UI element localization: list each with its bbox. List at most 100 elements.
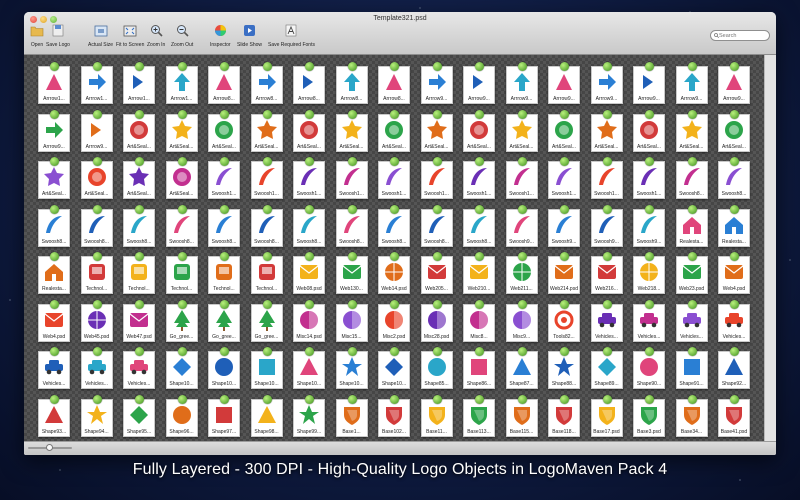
logo-tile[interactable]: Misc8...: [463, 299, 495, 342]
logo-tile[interactable]: Base17.psd: [590, 394, 623, 437]
logo-tile[interactable]: Go_gree...: [208, 299, 240, 342]
logo-tile[interactable]: Art&Seal...: [633, 109, 665, 152]
logo-tile[interactable]: Swoosh8...: [463, 204, 495, 247]
logo-tile[interactable]: Shape10...: [293, 347, 325, 389]
logo-tile[interactable]: Technol...: [250, 252, 283, 294]
logo-tile[interactable]: Shape87...: [505, 347, 538, 389]
logo-tile[interactable]: Shape88...: [548, 347, 580, 389]
logo-tile[interactable]: Art&Seal...: [38, 157, 70, 199]
logo-tile[interactable]: Shape97...: [208, 394, 240, 437]
logo-tile[interactable]: Swoosh8...: [718, 157, 750, 199]
logo-tile[interactable]: Web216...: [590, 252, 623, 294]
logo-tile[interactable]: Vehicles...: [38, 347, 70, 389]
slider-knob[interactable]: [46, 444, 53, 451]
logo-tile[interactable]: Web4.psd: [718, 252, 750, 294]
logo-tile[interactable]: Base11...: [420, 394, 453, 437]
actual-size-button[interactable]: Actual Size: [88, 24, 113, 48]
logo-tile[interactable]: Go_gree...: [165, 299, 198, 342]
logo-tile[interactable]: Swoosh1...: [208, 157, 240, 199]
logo-tile[interactable]: Swoosh8...: [420, 204, 453, 247]
logo-tile[interactable]: Swoosh1...: [293, 157, 325, 199]
fit-to-screen-button[interactable]: Fit to Screen: [116, 24, 144, 48]
logo-tile[interactable]: Arrrow9...: [675, 62, 708, 104]
logo-tile[interactable]: Shape94...: [80, 394, 113, 437]
logo-tile[interactable]: Shape91...: [675, 347, 708, 389]
logo-tile[interactable]: Art&Seal...: [208, 109, 240, 152]
logo-tile[interactable]: Swoosh8...: [208, 204, 240, 247]
open-button[interactable]: Open: [30, 24, 44, 48]
logo-tile[interactable]: Technol...: [80, 252, 113, 294]
logo-tile[interactable]: Vehicles...: [590, 299, 623, 342]
logo-tile[interactable]: Swoosh8...: [38, 204, 70, 247]
logo-tile[interactable]: Vehicles...: [718, 299, 750, 342]
logo-tile[interactable]: Swoosh8...: [123, 204, 155, 247]
vertical-scrollbar[interactable]: [764, 55, 776, 441]
logo-tile[interactable]: Shape96...: [165, 394, 198, 437]
logo-tile[interactable]: Misc9...: [505, 299, 538, 342]
logo-tile[interactable]: Web211...: [505, 252, 538, 294]
logo-tile[interactable]: Vehicles...: [80, 347, 113, 389]
logo-tile[interactable]: Art&Seal...: [548, 109, 580, 152]
logo-tile[interactable]: Shape10...: [335, 347, 368, 389]
logo-grid[interactable]: Arrrow1... Arrrow1... Arrrow1... Arrrow1...…: [24, 55, 764, 441]
thumbnail-size-slider[interactable]: [28, 444, 72, 451]
logo-tile[interactable]: Arrrow9...: [38, 109, 70, 152]
logo-tile[interactable]: Swoosh9...: [548, 204, 580, 247]
logo-tile[interactable]: Realesta...: [675, 204, 708, 247]
logo-tile[interactable]: Base1...: [335, 394, 368, 437]
logo-tile[interactable]: Misc2.psd: [378, 299, 410, 342]
logo-tile[interactable]: Base118...: [548, 394, 580, 437]
logo-tile[interactable]: Swoosh8...: [293, 204, 325, 247]
logo-tile[interactable]: Shape10...: [165, 347, 198, 389]
logo-tile[interactable]: Arrrow8...: [378, 62, 410, 104]
logo-tile[interactable]: Swoosh9...: [633, 204, 665, 247]
logo-tile[interactable]: Misc15...: [335, 299, 368, 342]
logo-tile[interactable]: Art&Seal...: [675, 109, 708, 152]
logo-tile[interactable]: Web205...: [420, 252, 453, 294]
logo-tile[interactable]: Swoosh1...: [335, 157, 368, 199]
logo-tile[interactable]: Swoosh1...: [463, 157, 495, 199]
logo-tile[interactable]: Shape86...: [463, 347, 495, 389]
logo-tile[interactable]: Swoosh9...: [505, 204, 538, 247]
logo-tile[interactable]: Swoosh8...: [675, 157, 708, 199]
logo-tile[interactable]: Web130...: [335, 252, 368, 294]
logo-tile[interactable]: Swoosh9...: [590, 204, 623, 247]
logo-tile[interactable]: Arrrow9...: [633, 62, 665, 104]
logo-tile[interactable]: Realesta...: [718, 204, 750, 247]
zoom-out-button[interactable]: Zoom Out: [171, 24, 193, 48]
search-input[interactable]: [719, 32, 767, 39]
logo-tile[interactable]: Base102...: [378, 394, 410, 437]
logo-tile[interactable]: Arrrow9...: [463, 62, 495, 104]
logo-tile[interactable]: Swoosh8...: [335, 204, 368, 247]
logo-tile[interactable]: Tools82...: [548, 299, 580, 342]
logo-tile[interactable]: Swoosh1...: [250, 157, 283, 199]
slide-show-button[interactable]: Slide Show: [237, 24, 262, 48]
logo-tile[interactable]: Swoosh8...: [80, 204, 113, 247]
logo-tile[interactable]: Shape10...: [378, 347, 410, 389]
logo-tile[interactable]: Swoosh8...: [165, 204, 198, 247]
logo-tile[interactable]: Art&Seal...: [80, 157, 113, 199]
logo-tile[interactable]: Base3.psd: [633, 394, 665, 437]
logo-tile[interactable]: Swoosh1...: [378, 157, 410, 199]
logo-tile[interactable]: Art&Seal...: [123, 109, 155, 152]
logo-tile[interactable]: Art&Seal...: [463, 109, 495, 152]
logo-tile[interactable]: Arrrow1...: [80, 62, 113, 104]
logo-tile[interactable]: Swoosh8...: [378, 204, 410, 247]
logo-tile[interactable]: Web210...: [463, 252, 495, 294]
logo-tile[interactable]: Art&Seal...: [250, 109, 283, 152]
logo-tile[interactable]: Vehicles...: [123, 347, 155, 389]
logo-tile[interactable]: Realesta...: [38, 252, 70, 294]
logo-tile[interactable]: Web4.psd: [38, 299, 70, 342]
logo-tile[interactable]: Arrrow8...: [208, 62, 240, 104]
logo-tile[interactable]: Base113...: [463, 394, 495, 437]
logo-tile[interactable]: Arrrow9...: [718, 62, 750, 104]
logo-tile[interactable]: Arrrow9...: [80, 109, 113, 152]
logo-tile[interactable]: Technol...: [123, 252, 155, 294]
logo-tile[interactable]: Misc28.psd: [420, 299, 453, 342]
logo-tile[interactable]: Web214.psd: [548, 252, 580, 294]
logo-tile[interactable]: Arrrow1...: [165, 62, 198, 104]
logo-tile[interactable]: Shape85...: [420, 347, 453, 389]
logo-tile[interactable]: Arrrow9...: [548, 62, 580, 104]
logo-tile[interactable]: Art&Seal...: [420, 109, 453, 152]
logo-tile[interactable]: Technol...: [208, 252, 240, 294]
